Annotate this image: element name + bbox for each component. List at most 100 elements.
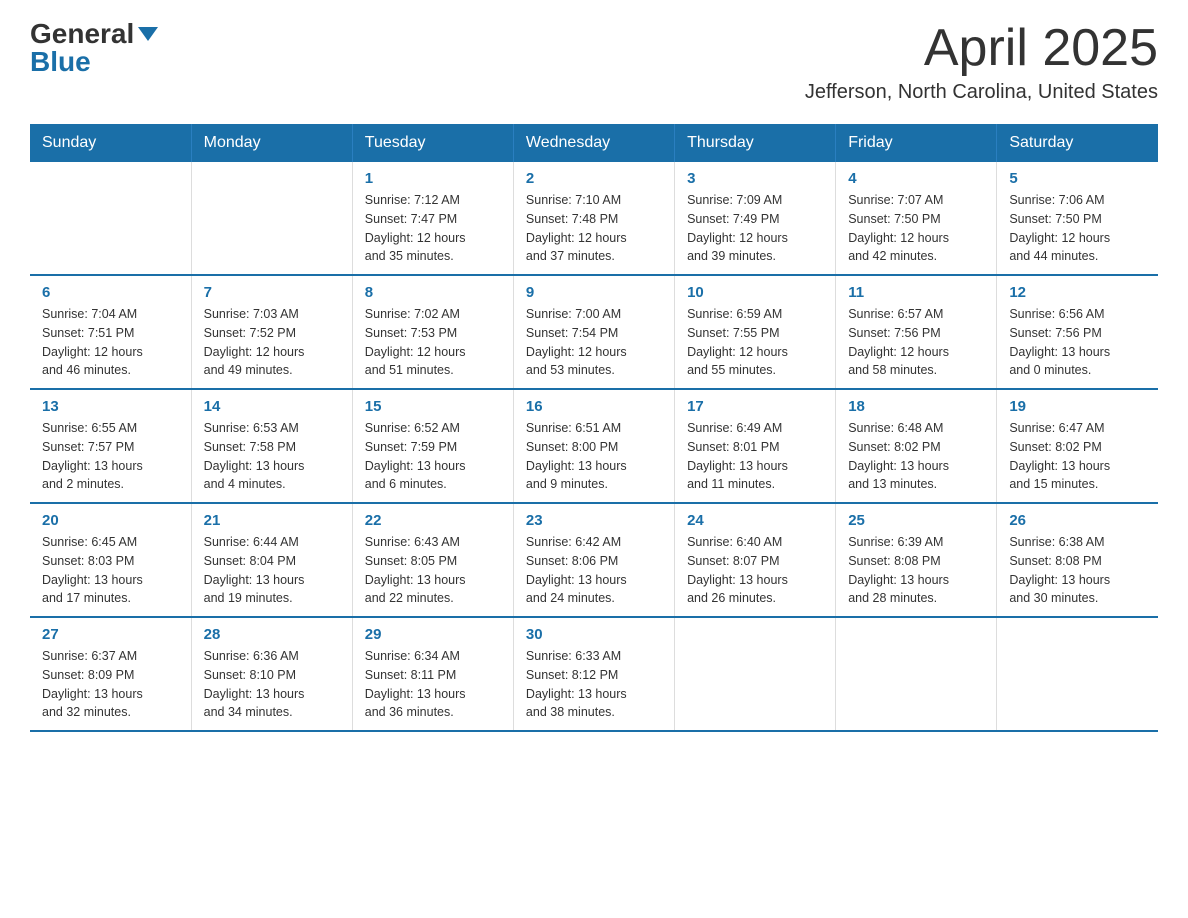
day-info: Sunrise: 6:52 AM Sunset: 7:59 PM Dayligh… [365,419,501,494]
week-row-5: 27 Sunrise: 6:37 AM Sunset: 8:09 PM Dayli… [30,617,1158,731]
day-number: 26 [1009,512,1146,529]
day-number: 29 [365,626,501,643]
day-info: Sunrise: 7:03 AM Sunset: 7:52 PM Dayligh… [204,305,340,380]
calendar-cell: 6Sunrise: 7:04 AM Sunset: 7:51 PM Daylig… [30,275,191,389]
calendar-cell: 24 Sunrise: 6:40 AM Sunset: 8:07 PM Dayli… [675,503,836,617]
page-header: General Blue April 2025 Jefferson, North… [30,20,1158,104]
day-number: 15 [365,398,501,415]
day-info: Sunrise: 6:47 AM Sunset: 8:02 PM Dayligh… [1009,419,1146,494]
calendar-cell [30,162,191,275]
day-number: 27 [42,626,179,643]
logo-general-text: General [30,20,134,48]
day-number: 21 [204,512,340,529]
title-section: April 2025 Jefferson, North Carolina, Un… [805,20,1158,104]
day-number: 24 [687,512,823,529]
day-info: Sunrise: 6:37 AM Sunset: 8:09 PM Dayligh… [42,647,179,722]
month-title: April 2025 [805,20,1158,77]
logo-triangle-icon [138,27,158,41]
week-row-2: 6Sunrise: 7:04 AM Sunset: 7:51 PM Daylig… [30,275,1158,389]
day-info: Sunrise: 7:06 AM Sunset: 7:50 PM Dayligh… [1009,191,1146,266]
calendar-cell: 11 Sunrise: 6:57 AM Sunset: 7:56 PM Dayli… [836,275,997,389]
weekday-header-row: SundayMondayTuesdayWednesdayThursdayFrid… [30,124,1158,162]
day-info: Sunrise: 7:00 AM Sunset: 7:54 PM Dayligh… [526,305,662,380]
day-number: 20 [42,512,179,529]
week-row-1: 1Sunrise: 7:12 AM Sunset: 7:47 PM Daylig… [30,162,1158,275]
weekday-header-friday: Friday [836,124,997,162]
day-info: Sunrise: 6:33 AM Sunset: 8:12 PM Dayligh… [526,647,662,722]
day-number: 23 [526,512,662,529]
logo-blue-text: Blue [30,46,91,77]
location-title: Jefferson, North Carolina, United States [805,81,1158,104]
day-number: 11 [848,284,984,301]
calendar-cell: 14Sunrise: 6:53 AM Sunset: 7:58 PM Dayli… [191,389,352,503]
day-info: Sunrise: 7:10 AM Sunset: 7:48 PM Dayligh… [526,191,662,266]
calendar-cell: 1Sunrise: 7:12 AM Sunset: 7:47 PM Daylig… [352,162,513,275]
day-info: Sunrise: 6:59 AM Sunset: 7:55 PM Dayligh… [687,305,823,380]
day-info: Sunrise: 6:36 AM Sunset: 8:10 PM Dayligh… [204,647,340,722]
calendar-cell: 20 Sunrise: 6:45 AM Sunset: 8:03 PM Dayli… [30,503,191,617]
day-number: 9 [526,284,662,301]
calendar-cell: 13 Sunrise: 6:55 AM Sunset: 7:57 PM Dayli… [30,389,191,503]
day-info: Sunrise: 6:40 AM Sunset: 8:07 PM Dayligh… [687,533,823,608]
calendar-cell: 9 Sunrise: 7:00 AM Sunset: 7:54 PM Daylig… [513,275,674,389]
day-number: 22 [365,512,501,529]
calendar-table: SundayMondayTuesdayWednesdayThursdayFrid… [30,124,1158,732]
calendar-cell: 7 Sunrise: 7:03 AM Sunset: 7:52 PM Daylig… [191,275,352,389]
weekday-header-wednesday: Wednesday [513,124,674,162]
day-number: 12 [1009,284,1146,301]
day-info: Sunrise: 7:02 AM Sunset: 7:53 PM Dayligh… [365,305,501,380]
calendar-body: 1Sunrise: 7:12 AM Sunset: 7:47 PM Daylig… [30,162,1158,731]
calendar-cell: 29 Sunrise: 6:34 AM Sunset: 8:11 PM Dayli… [352,617,513,731]
day-info: Sunrise: 6:55 AM Sunset: 7:57 PM Dayligh… [42,419,179,494]
calendar-cell: 5 Sunrise: 7:06 AM Sunset: 7:50 PM Daylig… [997,162,1158,275]
calendar-cell: 8 Sunrise: 7:02 AM Sunset: 7:53 PM Daylig… [352,275,513,389]
day-number: 13 [42,398,179,415]
day-number: 4 [848,170,984,187]
day-info: Sunrise: 7:12 AM Sunset: 7:47 PM Dayligh… [365,191,501,266]
calendar-cell: 3Sunrise: 7:09 AM Sunset: 7:49 PM Daylig… [675,162,836,275]
weekday-header-tuesday: Tuesday [352,124,513,162]
day-info: Sunrise: 6:57 AM Sunset: 7:56 PM Dayligh… [848,305,984,380]
day-info: Sunrise: 7:04 AM Sunset: 7:51 PM Dayligh… [42,305,179,380]
day-info: Sunrise: 6:56 AM Sunset: 7:56 PM Dayligh… [1009,305,1146,380]
calendar-cell [836,617,997,731]
day-number: 7 [204,284,340,301]
day-info: Sunrise: 6:34 AM Sunset: 8:11 PM Dayligh… [365,647,501,722]
day-number: 18 [848,398,984,415]
day-info: Sunrise: 6:53 AM Sunset: 7:58 PM Dayligh… [204,419,340,494]
day-number: 3 [687,170,823,187]
logo: General Blue [30,20,158,76]
day-number: 5 [1009,170,1146,187]
weekday-header-saturday: Saturday [997,124,1158,162]
calendar-cell: 18 Sunrise: 6:48 AM Sunset: 8:02 PM Dayli… [836,389,997,503]
weekday-header-thursday: Thursday [675,124,836,162]
week-row-3: 13 Sunrise: 6:55 AM Sunset: 7:57 PM Dayli… [30,389,1158,503]
calendar-cell: 30 Sunrise: 6:33 AM Sunset: 8:12 PM Dayli… [513,617,674,731]
calendar-cell: 4 Sunrise: 7:07 AM Sunset: 7:50 PM Daylig… [836,162,997,275]
calendar-cell: 25Sunrise: 6:39 AM Sunset: 8:08 PM Dayli… [836,503,997,617]
day-number: 2 [526,170,662,187]
day-number: 25 [848,512,984,529]
calendar-cell: 2 Sunrise: 7:10 AM Sunset: 7:48 PM Daylig… [513,162,674,275]
calendar-cell: 17 Sunrise: 6:49 AM Sunset: 8:01 PM Dayli… [675,389,836,503]
calendar-cell: 15 Sunrise: 6:52 AM Sunset: 7:59 PM Dayli… [352,389,513,503]
day-number: 28 [204,626,340,643]
day-info: Sunrise: 7:07 AM Sunset: 7:50 PM Dayligh… [848,191,984,266]
day-number: 8 [365,284,501,301]
day-number: 30 [526,626,662,643]
day-info: Sunrise: 6:49 AM Sunset: 8:01 PM Dayligh… [687,419,823,494]
calendar-cell: 21 Sunrise: 6:44 AM Sunset: 8:04 PM Dayli… [191,503,352,617]
day-number: 10 [687,284,823,301]
day-info: Sunrise: 6:48 AM Sunset: 8:02 PM Dayligh… [848,419,984,494]
day-number: 17 [687,398,823,415]
day-number: 16 [526,398,662,415]
day-info: Sunrise: 6:42 AM Sunset: 8:06 PM Dayligh… [526,533,662,608]
calendar-cell: 28 Sunrise: 6:36 AM Sunset: 8:10 PM Dayli… [191,617,352,731]
calendar-cell: 26Sunrise: 6:38 AM Sunset: 8:08 PM Dayli… [997,503,1158,617]
day-info: Sunrise: 6:45 AM Sunset: 8:03 PM Dayligh… [42,533,179,608]
calendar-cell: 10 Sunrise: 6:59 AM Sunset: 7:55 PM Dayli… [675,275,836,389]
weekday-header-sunday: Sunday [30,124,191,162]
day-info: Sunrise: 6:44 AM Sunset: 8:04 PM Dayligh… [204,533,340,608]
day-info: Sunrise: 6:43 AM Sunset: 8:05 PM Dayligh… [365,533,501,608]
calendar-cell [997,617,1158,731]
